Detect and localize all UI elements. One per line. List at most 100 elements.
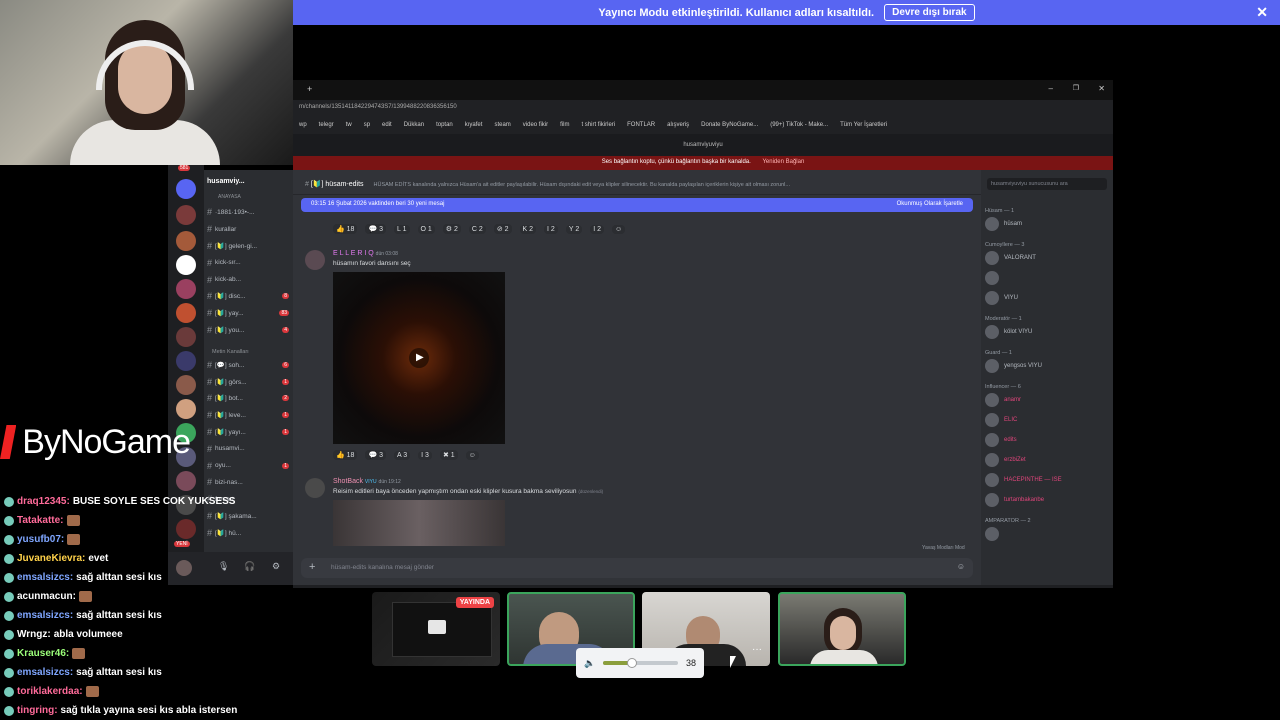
server-icon[interactable]	[176, 231, 196, 251]
member-item[interactable]: yengsos VIYU	[985, 356, 1109, 376]
channel-item[interactable]: # kurallar	[205, 221, 293, 238]
message-author[interactable]: E L L E R I Q	[333, 250, 374, 257]
channel-item[interactable]: # [💬] soh... 6	[205, 356, 293, 373]
server-icon-active[interactable]	[176, 255, 196, 275]
disable-streamer-mode-button[interactable]: Devre dışı bırak	[884, 4, 975, 21]
server-icon[interactable]	[176, 351, 196, 371]
channel-item[interactable]: # bizi-nas...	[205, 474, 293, 491]
chat-username[interactable]: emsalsizcs:	[17, 667, 73, 678]
image-attachment[interactable]	[333, 500, 505, 546]
member-item[interactable]: VALORANT	[985, 248, 1109, 268]
chat-username[interactable]: yusufb07:	[17, 534, 64, 545]
reaction-chip[interactable]: O 1	[417, 224, 435, 234]
screen-share-tile[interactable]: YAYINDA	[372, 592, 500, 666]
bookmark-item[interactable]: kıyafet	[465, 122, 483, 130]
server-icon[interactable]	[176, 179, 196, 199]
chat-username[interactable]: tingring:	[17, 705, 58, 716]
bookmark-item[interactable]: telegr	[319, 122, 334, 130]
window-close-icon[interactable]: ✕	[1098, 84, 1105, 93]
chat-username[interactable]: draq12345:	[17, 496, 70, 507]
member-item[interactable]: turtambakanbe	[985, 490, 1109, 510]
bookmark-item[interactable]: Donate ByNoGame...	[701, 122, 758, 130]
channel-item[interactable]: # ·1881·193•-...	[205, 204, 293, 221]
reaction-chip[interactable]: L 1	[394, 224, 410, 234]
member-item[interactable]: hüsam	[985, 214, 1109, 234]
channel-item[interactable]: # [🔰] gelen-gi...	[205, 238, 293, 255]
bookmark-item[interactable]: toptan	[436, 122, 453, 130]
add-attachment-icon[interactable]: +	[309, 561, 315, 573]
category-text-channels[interactable]: Metin Kanalları	[210, 348, 251, 356]
bookmark-item[interactable]: wp	[299, 122, 307, 130]
reaction-chip[interactable]: 👍 18	[333, 224, 358, 234]
bookmark-item[interactable]: (99+) TikTok - Make...	[770, 122, 828, 130]
member-item[interactable]	[985, 268, 1109, 288]
member-item[interactable]: edits	[985, 430, 1109, 450]
close-icon[interactable]: ✕	[1256, 4, 1268, 21]
channel-item[interactable]: # kick-sır...	[205, 254, 293, 271]
server-icon[interactable]	[176, 327, 196, 347]
play-icon[interactable]: ▶	[409, 348, 429, 368]
reaction-chip[interactable]: 💬 3	[365, 450, 387, 460]
chat-username[interactable]: toriklakerdaa:	[17, 686, 83, 697]
bookmark-item[interactable]: tw	[346, 122, 352, 130]
bookmark-item[interactable]: edit	[382, 122, 392, 130]
bookmark-item[interactable]: FONTLAR	[627, 122, 655, 130]
channel-item[interactable]: # oyu... 1	[205, 457, 293, 474]
member-item[interactable]: anamr	[985, 390, 1109, 410]
member-item[interactable]: erzbiZet	[985, 450, 1109, 470]
member-item[interactable]: VIYU	[985, 288, 1109, 308]
channel-item[interactable]: # [🔰] yay... 83	[205, 305, 293, 322]
avatar[interactable]	[305, 478, 325, 498]
address-bar[interactable]: m/channels/1351411842294743S7/1399488220…	[293, 100, 1113, 118]
reaction-chip[interactable]: C 2	[468, 224, 486, 234]
server-icon[interactable]	[176, 399, 196, 419]
new-tab-icon[interactable]: +	[307, 84, 312, 94]
reaction-chip[interactable]: ⊘ 2	[493, 224, 512, 234]
chat-username[interactable]: emsalsizcs:	[17, 610, 73, 621]
server-icon[interactable]	[176, 471, 196, 491]
bookmark-item[interactable]: Tüm Yer İşaretleri	[840, 122, 887, 130]
mark-as-read-button[interactable]: Okunmuş Olarak İşaretle	[897, 201, 963, 209]
server-icon[interactable]	[176, 279, 196, 299]
reaction-chip[interactable]: ⚙ 2	[442, 224, 461, 234]
more-options-icon[interactable]: ···	[752, 644, 762, 655]
volume-slider[interactable]	[603, 658, 678, 668]
channel-topic[interactable]: HÜSAM EDİTS kanalında yalnızca Hüsam'a a…	[374, 182, 790, 188]
maximize-icon[interactable]: ❐	[1073, 84, 1079, 92]
reaction-chip[interactable]: K 2	[519, 224, 537, 234]
reaction-chip[interactable]: 💬 3	[365, 224, 387, 234]
chat-username[interactable]: acunmacun:	[17, 591, 76, 602]
reaction-chip[interactable]: 👍 18	[333, 450, 358, 460]
member-item[interactable]	[985, 524, 1109, 544]
reaction-chip[interactable]: I 2	[590, 224, 605, 234]
volume-slider-handle[interactable]	[626, 658, 637, 668]
channel-item[interactable]: # [🔰] yayı... 1	[205, 424, 293, 441]
chat-username[interactable]: Krauser46:	[17, 648, 69, 659]
new-messages-bar[interactable]: 03:15 16 Şubat 2026 vaktinden beri 30 ye…	[301, 198, 973, 212]
channel-item[interactable]: # [🔰] you... 4	[205, 322, 293, 339]
chat-username[interactable]: Tatakatte:	[17, 515, 64, 526]
server-icon[interactable]	[176, 205, 196, 225]
channel-item[interactable]: # [🔰] leve... 1	[205, 407, 293, 424]
message-author[interactable]: ShotBack	[333, 478, 363, 485]
reaction-chip[interactable]: ✖ 1	[439, 450, 458, 460]
member-item[interactable]: HACEPINTHE — ISE	[985, 470, 1109, 490]
minimize-icon[interactable]: –	[1049, 84, 1053, 93]
channel-item[interactable]: # [🔰] görs... 1	[205, 373, 293, 390]
emoji-icon[interactable]: ☺	[957, 562, 965, 571]
video-attachment[interactable]: ▶	[333, 272, 505, 444]
chat-username[interactable]: emsalsizcs:	[17, 572, 73, 583]
participant-tile-3[interactable]	[778, 592, 906, 666]
member-item[interactable]: ELIC	[985, 410, 1109, 430]
bookmark-item[interactable]: t shirt fikirleri	[581, 122, 615, 130]
avatar[interactable]	[305, 250, 325, 270]
member-item[interactable]: kölot VIYU	[985, 322, 1109, 342]
reaction-chip[interactable]: A 3	[394, 450, 411, 460]
category-anayasa[interactable]: ANAYASA	[218, 194, 241, 200]
bookmark-item[interactable]: Dükkan	[404, 122, 424, 130]
bookmark-item[interactable]: film	[560, 122, 569, 130]
chat-username[interactable]: Wrngz:	[17, 629, 51, 640]
add-reaction-icon[interactable]: ☺	[465, 450, 479, 460]
bookmark-item[interactable]: steam	[494, 122, 510, 130]
message-input[interactable]: + hüsam-edits kanalına mesaj gönder ☺	[301, 558, 973, 578]
